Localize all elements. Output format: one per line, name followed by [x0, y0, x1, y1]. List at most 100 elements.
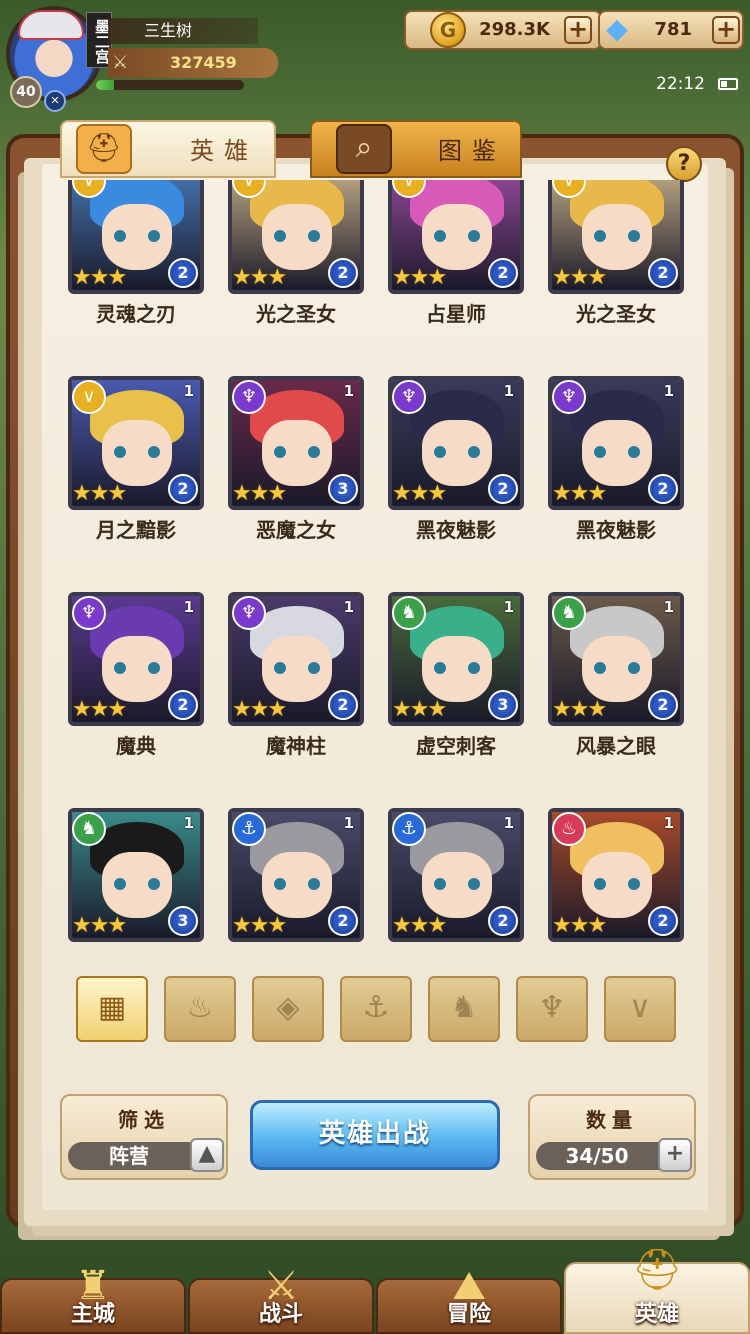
hero-card[interactable]: ∨ ★★★ 2 灵魂之刃	[68, 180, 204, 340]
hero-copy-count: 1	[343, 382, 354, 400]
hero-card[interactable]: ♞ 1 ★★★ 3 虚空刺客	[388, 592, 524, 772]
star-rating: ★★★	[392, 481, 447, 506]
hero-card[interactable]: ♞ 1 ★★★ 2 风暴之眼	[548, 592, 684, 772]
nav-tab[interactable]: ⛑ 英雄	[564, 1247, 750, 1334]
beast-icon: ♞	[552, 596, 586, 630]
hero-eyes	[434, 878, 480, 890]
hero-card[interactable]: ⚓ 1 ★★★ 2	[228, 808, 364, 960]
clock: 22:12	[656, 74, 705, 94]
hero-name: 光之圣女	[576, 302, 656, 326]
diamond-icon: ◆	[606, 12, 628, 45]
nav-label: 冒险	[446, 1302, 491, 1327]
exp-bar-fill	[96, 80, 114, 90]
hero-portrait: ∨ ★★★ 2	[548, 180, 684, 294]
hero-eyes	[114, 662, 160, 674]
hero-eyes	[274, 446, 320, 458]
hero-copy-count: 1	[503, 598, 514, 616]
hero-grid[interactable]: ∨ ★★★ 2 灵魂之刃 ∨ ★★★ 2 光之圣女 ∨ ★★★ 2 占星师 ∨ ★★★ 2 光之圣女 ∨ 1 ★★★…	[42, 180, 708, 960]
star-rating: ★★★	[552, 265, 607, 290]
hero-card[interactable]: ∨ ★★★ 2 占星师	[388, 180, 524, 340]
hero-copy-count: 1	[183, 598, 194, 616]
nav-tab[interactable]: ⛰ 冒险	[376, 1263, 562, 1334]
horned-icon: ♆	[392, 380, 426, 414]
hero-portrait: ∨ ★★★ 2	[68, 180, 204, 294]
filter-fire-button[interactable]: ♨	[164, 976, 236, 1042]
chevron-v-icon: ∨	[72, 380, 106, 414]
filter-diamond-button[interactable]: ◈	[252, 976, 324, 1042]
hero-eyes	[274, 230, 320, 242]
horned-icon: ♆	[538, 990, 566, 1025]
star-rating: ★★★	[72, 913, 127, 938]
nav-label: 英雄	[634, 1302, 679, 1327]
hero-portrait: ♞ 1 ★★★ 3	[388, 592, 524, 726]
hero-copy-count: 1	[663, 382, 674, 400]
vip-icon: ✕	[44, 90, 66, 112]
filter-nature-button[interactable]: ♞	[428, 976, 500, 1042]
add-gems-button[interactable]: +	[712, 16, 740, 44]
anchor-icon: ⚓	[392, 812, 426, 846]
player-level-badge: 40	[10, 76, 42, 108]
hero-card[interactable]: ∨ 1 ★★★ 2 月之黯影	[68, 376, 204, 556]
star-rating: ★★★	[232, 697, 287, 722]
filter-title: 筛选	[118, 1108, 170, 1132]
hero-copy-count: 1	[183, 814, 194, 832]
deploy-heroes-button[interactable]: 英雄出战	[250, 1100, 500, 1170]
hero-card[interactable]: ♆ 1 ★★★ 2 魔典	[68, 592, 204, 772]
filter-water-button[interactable]: ⚓	[340, 976, 412, 1042]
hero-helmet-icon: ⛑	[631, 1247, 683, 1293]
hero-card[interactable]: ∨ ★★★ 2 光之圣女	[228, 180, 364, 340]
hero-card[interactable]: ♆ 1 ★★★ 3 恶魔之女	[228, 376, 364, 556]
filter-all-button[interactable]: ▦	[76, 976, 148, 1042]
hero-grade-badge: 2	[328, 258, 358, 288]
hero-portrait: ∨ ★★★ 2	[228, 180, 364, 294]
hero-eyes	[114, 446, 160, 458]
hero-eyes	[274, 878, 320, 890]
hero-card[interactable]: ♞ 1 ★★★ 3	[68, 808, 204, 960]
hero-card[interactable]: ♨ 1 ★★★ 2	[548, 808, 684, 960]
magnifier-icon: ⌕	[336, 124, 392, 174]
hero-card[interactable]: ∨ ★★★ 2 光之圣女	[548, 180, 684, 340]
hero-grade-badge: 3	[328, 474, 358, 504]
hero-grade-badge: 2	[168, 258, 198, 288]
hero-count-panel: 数量 34/50 +	[528, 1094, 696, 1180]
hero-card[interactable]: ♆ 1 ★★★ 2 黑夜魅影	[548, 376, 684, 556]
hero-eyes	[594, 446, 640, 458]
hero-grade-badge: 2	[328, 690, 358, 720]
filter-light-button[interactable]: ∨	[604, 976, 676, 1042]
hero-name: 黑夜魅影	[416, 518, 496, 542]
player-name: 三生树	[108, 18, 258, 44]
flame-icon: ♨	[552, 812, 586, 846]
hero-name: 恶魔之女	[256, 518, 336, 542]
hero-card[interactable]: ⚓ 1 ★★★ 2	[388, 808, 524, 960]
hero-eyes	[594, 662, 640, 674]
star-rating: ★★★	[232, 913, 287, 938]
star-rating: ★★★	[72, 481, 127, 506]
filter-dark-button[interactable]: ♆	[516, 976, 588, 1042]
beast-icon: ♞	[392, 596, 426, 630]
beast-icon: ♞	[450, 990, 478, 1025]
hero-name: 黑夜魅影	[576, 518, 656, 542]
filter-toggle-button[interactable]: ▲	[190, 1138, 224, 1172]
hero-name: 魔神柱	[266, 734, 326, 758]
nav-tab[interactable]: ⚔ 战斗	[188, 1263, 374, 1334]
help-button[interactable]: ?	[666, 146, 702, 182]
battery-icon	[718, 78, 738, 90]
expand-capacity-button[interactable]: +	[658, 1138, 692, 1172]
hero-name: 灵魂之刃	[96, 302, 176, 326]
hero-card[interactable]: ♆ 1 ★★★ 2 黑夜魅影	[388, 376, 524, 556]
hero-name: 魔典	[116, 734, 156, 758]
hero-eyes	[274, 662, 320, 674]
hero-eyes	[594, 230, 640, 242]
star-rating: ★★★	[392, 913, 447, 938]
nav-tab[interactable]: ♜ 主城	[0, 1263, 186, 1334]
add-gold-button[interactable]: +	[564, 16, 592, 44]
grid-icon: ▦	[97, 990, 127, 1025]
hero-grade-badge: 2	[648, 474, 678, 504]
hero-grade-badge: 2	[648, 906, 678, 936]
hero-portrait: ♞ 1 ★★★ 3	[68, 808, 204, 942]
count-title: 数量	[586, 1108, 638, 1132]
hero-card[interactable]: ♆ 1 ★★★ 2 魔神柱	[228, 592, 364, 772]
hero-eyes	[114, 230, 160, 242]
hero-copy-count: 1	[663, 598, 674, 616]
hero-copy-count: 1	[343, 814, 354, 832]
